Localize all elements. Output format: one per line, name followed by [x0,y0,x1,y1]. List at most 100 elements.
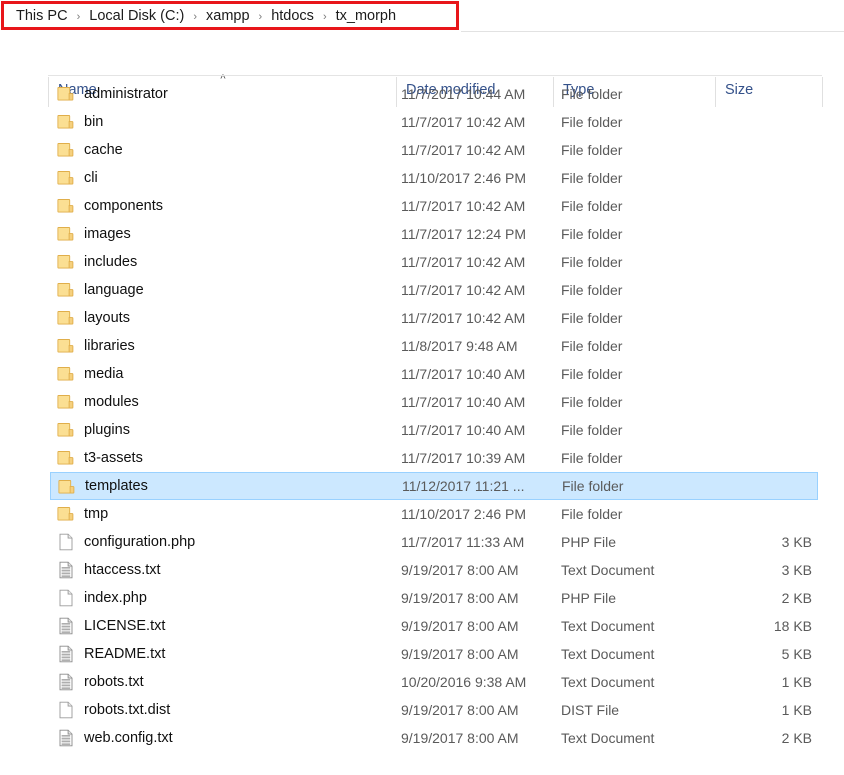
file-size: 2 KB [781,590,812,606]
file-name[interactable]: configuration.php [84,534,195,550]
file-type: File folder [561,366,623,382]
file-list[interactable]: administrator 11/7/2017 10:44 AM File fold… [0,80,844,775]
breadcrumb-item-this-pc[interactable]: This PC [14,7,70,25]
file-row[interactable]: layouts 11/7/2017 10:42 AM File folder [50,304,818,332]
file-row[interactable]: media 11/7/2017 10:40 AM File folder [50,360,818,388]
file-date-modified: 9/19/2017 8:00 AM [401,590,519,606]
file-row[interactable]: includes 11/7/2017 10:42 AM File folder [50,248,818,276]
file-name[interactable]: LICENSE.txt [84,618,165,634]
folder-icon [56,336,76,356]
folder-icon [56,392,76,412]
file-type: File folder [561,338,623,354]
file-date-modified: 11/7/2017 11:33 AM [401,534,525,550]
file-type: File folder [561,450,623,466]
file-name[interactable]: components [84,198,163,214]
file-row[interactable]: modules 11/7/2017 10:40 AM File folder [50,388,818,416]
file-name[interactable]: robots.txt.dist [84,702,170,718]
folder-icon [56,140,76,160]
file-row[interactable]: cli 11/10/2017 2:46 PM File folder [50,164,818,192]
file-name[interactable]: cache [84,142,123,158]
file-type: File folder [561,310,623,326]
file-size: 18 KB [773,618,812,634]
breadcrumb-item-htdocs[interactable]: htdocs [269,7,316,25]
file-type: File folder [561,254,623,270]
file-size: 2 KB [781,730,812,746]
file-row[interactable]: libraries 11/8/2017 9:48 AM File folder [50,332,818,360]
file-row[interactable]: language 11/7/2017 10:42 AM File folder [50,276,818,304]
file-name[interactable]: modules [84,394,139,410]
file-name[interactable]: layouts [84,310,130,326]
file-name[interactable]: bin [84,114,103,130]
file-row[interactable]: robots.txt 10/20/2016 9:38 AM Text Documen… [50,668,818,696]
folder-icon [56,224,76,244]
breadcrumb[interactable]: This PC › Local Disk (C:) › xampp › htdocs › tx_… [14,0,398,31]
file-name[interactable]: robots.txt [84,674,144,690]
file-row[interactable]: cache 11/7/2017 10:42 AM File folder [50,136,818,164]
file-name[interactable]: plugins [84,422,130,438]
file-date-modified: 11/7/2017 10:40 AM [401,422,526,438]
file-type: Text Document [561,562,655,578]
file-date-modified: 11/10/2017 2:46 PM [401,506,527,522]
file-date-modified: 11/7/2017 10:42 AM [401,198,526,214]
breadcrumb-item-xampp[interactable]: xampp [204,7,252,25]
file-date-modified: 11/12/2017 11:21 ... [402,478,525,494]
file-name[interactable]: images [84,226,131,242]
file-type: File folder [562,478,624,494]
file-date-modified: 11/10/2017 2:46 PM [401,170,527,186]
file-row[interactable]: configuration.php 11/7/2017 11:33 AM PHP F… [50,528,818,556]
folder-icon [56,84,76,104]
file-row[interactable]: robots.txt.dist 9/19/2017 8:00 AM DIST Fil… [50,696,818,724]
file-row[interactable]: tmp 11/10/2017 2:46 PM File folder [50,500,818,528]
folder-icon [56,196,76,216]
file-name[interactable]: language [84,282,144,298]
address-bar[interactable]: This PC › Local Disk (C:) › xampp › htdocs › tx_… [0,0,844,32]
file-row[interactable]: components 11/7/2017 10:42 AM File folder [50,192,818,220]
file-date-modified: 11/7/2017 12:24 PM [401,226,527,242]
file-size: 1 KB [781,702,812,718]
file-name[interactable]: cli [84,170,98,186]
file-date-modified: 9/19/2017 8:00 AM [401,702,519,718]
blank-file-icon [56,532,76,552]
file-date-modified: 11/7/2017 10:44 AM [401,86,526,102]
file-row[interactable]: plugins 11/7/2017 10:40 AM File folder [50,416,818,444]
folder-icon [57,477,77,497]
file-type: File folder [561,114,623,130]
file-row[interactable]: templates 11/12/2017 11:21 ... File folder [50,472,818,500]
breadcrumb-item-local-disk-c[interactable]: Local Disk (C:) [87,7,186,25]
file-row[interactable]: LICENSE.txt 9/19/2017 8:00 AM Text Documen… [50,612,818,640]
file-row[interactable]: index.php 9/19/2017 8:00 AM PHP File 2 KB [50,584,818,612]
file-size: 3 KB [781,562,812,578]
file-name[interactable]: media [84,366,124,382]
file-date-modified: 11/7/2017 10:42 AM [401,282,526,298]
file-date-modified: 10/20/2016 9:38 AM [401,674,527,690]
folder-icon [56,504,76,524]
folder-icon [56,364,76,384]
file-row[interactable]: web.config.txt 9/19/2017 8:00 AM Text Docu… [50,724,818,752]
file-name[interactable]: templates [85,478,148,494]
file-name[interactable]: index.php [84,590,147,606]
file-name[interactable]: libraries [84,338,135,354]
file-name[interactable]: includes [84,254,137,270]
file-date-modified: 11/7/2017 10:42 AM [401,254,526,270]
file-row[interactable]: t3-assets 11/7/2017 10:39 AM File folder [50,444,818,472]
file-row[interactable]: README.txt 9/19/2017 8:00 AM Text Document… [50,640,818,668]
file-type: Text Document [561,730,655,746]
file-name[interactable]: administrator [84,86,168,102]
file-name[interactable]: web.config.txt [84,730,173,746]
file-name[interactable]: tmp [84,506,108,522]
folder-icon [56,280,76,300]
file-name[interactable]: t3-assets [84,450,143,466]
file-type: File folder [561,170,623,186]
folder-icon [56,420,76,440]
file-row[interactable]: htaccess.txt 9/19/2017 8:00 AM Text Docume… [50,556,818,584]
file-row[interactable]: bin 11/7/2017 10:42 AM File folder [50,108,818,136]
file-row[interactable]: administrator 11/7/2017 10:44 AM File fold… [50,80,818,108]
file-type: File folder [561,422,623,438]
text-document-icon [56,728,76,748]
folder-icon [56,112,76,132]
breadcrumb-item-tx-morph[interactable]: tx_morph [334,7,398,25]
text-document-icon [56,672,76,692]
file-name[interactable]: README.txt [84,646,165,662]
file-row[interactable]: images 11/7/2017 12:24 PM File folder [50,220,818,248]
file-name[interactable]: htaccess.txt [84,562,161,578]
